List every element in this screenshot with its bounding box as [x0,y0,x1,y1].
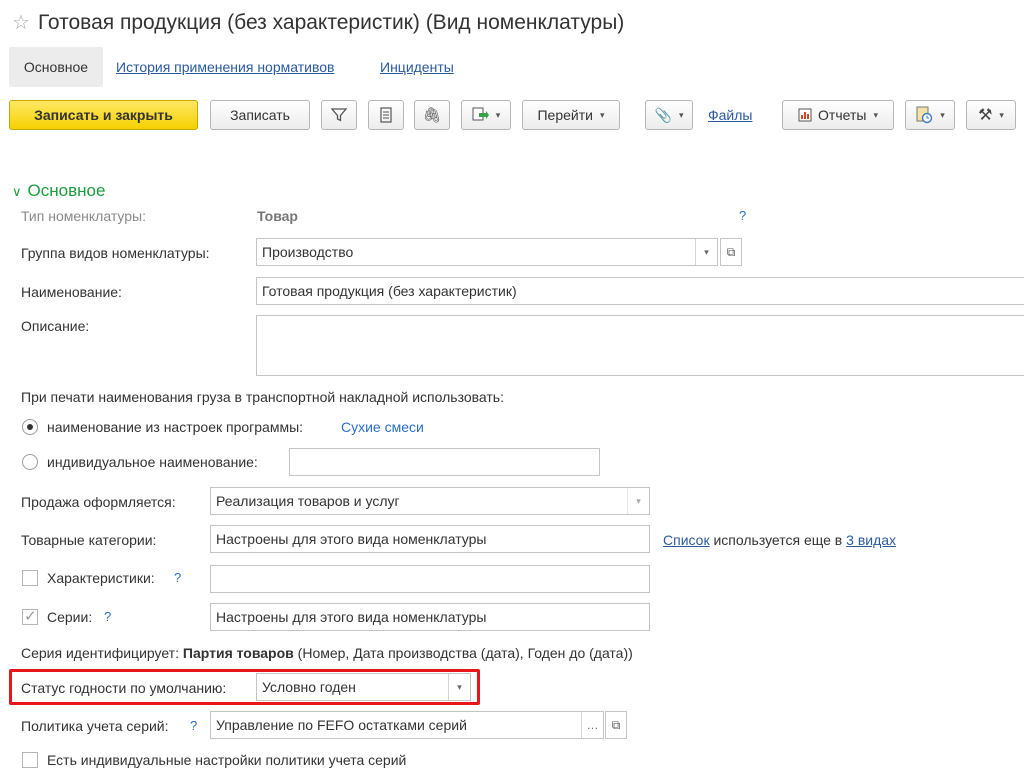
sale-label: Продажа оформляется: [21,494,176,510]
ellipsis-icon[interactable]: … [581,712,603,738]
chevron-down-icon: ▾ [873,109,878,120]
policy-value: Управление по FEFO остатками серий [216,717,467,733]
chevron-down-icon[interactable]: ▾ [695,239,717,265]
reports-label: Отчеты [818,107,867,123]
help-icon[interactable]: ? [104,609,111,624]
section-main-header[interactable]: ∨ Основное [12,181,105,201]
series-field[interactable]: Настроены для этого вида номенклатуры [210,603,650,631]
radio-individual-name[interactable] [22,454,38,470]
sale-field[interactable]: Реализация товаров и услуг ▾ [210,487,650,515]
series-ident-prefix: Серия идентифицирует: [21,645,179,661]
goto-button[interactable]: Перейти ▾ [522,100,620,130]
chevron-down-icon: ▾ [999,109,1004,120]
list-button[interactable] [368,100,404,130]
window-title: ☆ Готовая продукция (без характеристик) (… [12,10,624,35]
window-title-text: Готовая продукция (без характеристик) (В… [37,11,625,34]
files-link-text[interactable]: Файлы [708,107,752,123]
policy-field[interactable]: Управление по FEFO остатками серий … [210,711,604,739]
chevron-down-icon[interactable]: ▾ [627,488,649,514]
chevron-down-icon: ∨ [12,184,22,199]
help-icon[interactable]: ? [190,718,197,733]
help-icon[interactable]: ? [739,208,746,223]
description-field[interactable] [256,315,1024,376]
individual-settings-label[interactable]: Есть индивидуальные настройки политики у… [47,752,406,768]
save-and-close-button[interactable]: Записать и закрыть [9,100,198,130]
series-ident-bold: Партия товаров [182,645,294,661]
tools-icon: ⚒ [978,107,993,124]
series-checkbox[interactable] [22,607,38,625]
attach-button[interactable]: 📎 ▾ [645,100,693,130]
type-value: Товар [257,208,298,224]
attach-icon: 📎 [654,106,672,123]
star-icon[interactable]: ☆ [12,12,30,34]
status-value: Условно годен [262,679,356,695]
description-label: Описание: [21,318,90,334]
group-field[interactable]: Производство ▾ [256,238,718,266]
tab-incidents[interactable]: Инциденты [380,59,454,75]
program-name-value[interactable]: Сухие смеси [341,419,424,435]
paperclip-button[interactable]: 🖇 [414,100,450,130]
section-title: Основное [27,181,106,200]
chevron-down-icon: ▾ [599,109,605,120]
reports-icon [798,108,812,122]
radio-program-name[interactable] [22,419,38,435]
chevron-down-icon: ▾ [940,109,945,120]
reports-button[interactable]: Отчеты ▾ [782,100,894,130]
create-based-on-button[interactable]: ▾ [461,100,511,130]
radio-program-name-label[interactable]: наименование из настроек программы: [47,419,303,435]
tab-standards-history[interactable]: История применения нормативов [116,59,334,75]
characteristics-field[interactable] [210,565,650,593]
save-button[interactable]: Записать [210,100,310,130]
categories-label: Товарные категории: [21,532,157,548]
categories-types-link[interactable]: 3 видах [846,532,896,548]
individual-name-field[interactable] [289,448,600,476]
chevron-down-icon: ▾ [495,109,501,120]
individual-settings-checkbox[interactable] [22,752,38,768]
radio-individual-name-label[interactable]: индивидуальное наименование: [47,454,258,470]
series-ident-rest: (Номер, Дата производства (дата), Годен … [297,645,633,661]
print-settings-button[interactable]: ▾ [905,100,955,130]
tab-main[interactable]: Основное [9,47,103,87]
sale-value: Реализация товаров и услуг [216,493,400,509]
paperclip-icon: 🖇 [422,107,442,124]
open-icon[interactable]: ⧉ [720,238,742,266]
tools-button[interactable]: ⚒ ▾ [966,100,1016,130]
series-label[interactable]: Серии: [47,609,92,625]
characteristics-label[interactable]: Характеристики: [47,570,155,586]
categories-text: используется еще в [713,532,843,548]
print-caption: При печати наименования груза в транспор… [21,389,504,405]
policy-label: Политика учета серий: [21,718,169,734]
chevron-down-icon: ▾ [678,109,684,120]
group-label: Группа видов номенклатуры: [21,245,210,261]
goto-label: Перейти [537,107,593,123]
categories-list-link[interactable]: Список [663,532,710,548]
series-ident: Серия идентифицирует: Партия товаров (Но… [21,645,633,661]
characteristics-checkbox[interactable] [22,570,38,586]
status-field[interactable]: Условно годен ▾ [256,673,471,701]
create-based-on-icon [472,107,489,121]
print-settings-icon [916,106,933,124]
open-icon[interactable]: ⧉ [605,711,627,739]
status-label: Статус годности по умолчанию: [21,680,227,696]
name-field[interactable]: Готовая продукция (без характеристик) [256,277,1024,305]
filter-icon [331,108,347,122]
categories-field[interactable]: Настроены для этого вида номенклатуры [210,525,650,553]
help-icon[interactable]: ? [174,570,181,585]
group-value: Производство [262,244,354,260]
name-label: Наименование: [21,284,122,300]
type-label: Тип номенклатуры: [21,208,146,224]
categories-info: Список используется еще в 3 видах [663,532,896,548]
chevron-down-icon[interactable]: ▾ [448,674,470,700]
filter-button[interactable] [321,100,357,130]
list-icon [380,107,392,123]
files-link[interactable]: Файлы [708,107,752,123]
